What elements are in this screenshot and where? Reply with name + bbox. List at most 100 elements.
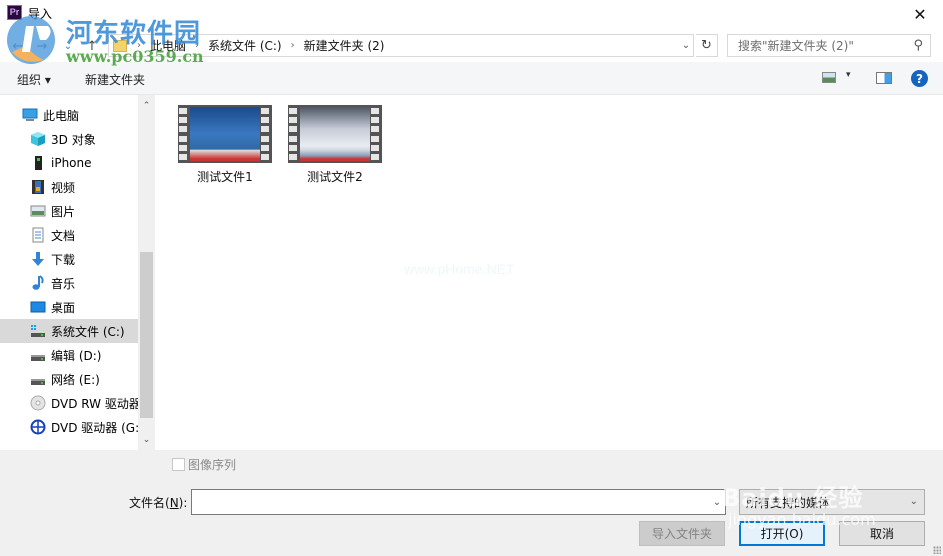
sidebar-item-iphone[interactable]: iPhone xyxy=(0,151,138,175)
sidebar-item-label: 系统文件 (C:) xyxy=(51,324,125,339)
filename-dropdown[interactable]: ⌄ xyxy=(710,491,724,513)
sidebar-item-label: iPhone xyxy=(51,156,92,170)
filetype-select[interactable]: 所有支持的媒体 ⌄ xyxy=(739,489,925,515)
sidebar-item-label: 视频 xyxy=(51,180,76,195)
search-icon[interactable]: ⚲ xyxy=(913,38,923,53)
sidebar-item-downloads[interactable]: 下载 xyxy=(0,247,138,271)
sidebar-item-label: 3D 对象 xyxy=(51,132,96,147)
music-icon xyxy=(30,275,46,291)
desktop-icon xyxy=(30,299,46,315)
3d-objects-icon xyxy=(30,131,46,147)
phone-icon xyxy=(30,155,46,171)
filename-label: 文件名(N): xyxy=(129,494,187,511)
title-bar: Pr 导入 ✕ xyxy=(0,0,943,30)
filename-label-prefix: 文件名( xyxy=(129,496,170,510)
help-icon[interactable]: ? xyxy=(911,70,928,87)
command-toolbar: 组织 ▾ 新建文件夹 ▾ ? xyxy=(0,62,943,95)
sidebar-item-label: 下载 xyxy=(51,252,76,267)
search-placeholder: 搜索"新建文件夹 (2)" xyxy=(738,39,854,53)
sidebar-item-music[interactable]: 音乐 xyxy=(0,271,138,295)
sidebar-item-dvd-drive-g[interactable]: DVD 驱动器 (G: xyxy=(0,415,138,439)
filename-label-accesskey: N xyxy=(169,496,179,510)
sidebar-item-system-drive[interactable]: 系统文件 (C:) xyxy=(0,319,138,343)
scrollbar-thumb[interactable] xyxy=(140,252,153,418)
close-button[interactable]: ✕ xyxy=(897,0,943,28)
search-input[interactable]: 搜索"新建文件夹 (2)" ⚲ xyxy=(727,34,931,57)
film-strip-left xyxy=(179,108,189,160)
window-title: 导入 xyxy=(28,7,53,21)
breadcrumb-system-drive[interactable]: 系统文件 (C:) xyxy=(208,37,282,54)
sidebar-item-3d-objects[interactable]: 3D 对象 xyxy=(0,127,138,151)
organize-menu[interactable]: 组织 ▾ xyxy=(17,71,51,88)
breadcrumb-new-folder[interactable]: 新建文件夹 (2) xyxy=(304,37,385,54)
sidebar-item-drive-d[interactable]: 编辑 (D:) xyxy=(0,343,138,367)
scroll-up-button[interactable]: ⌃ xyxy=(138,97,155,114)
image-sequence-label: 图像序列 xyxy=(188,458,237,472)
sidebar-scrollbar[interactable]: ⌃ ⌄ xyxy=(138,95,155,450)
scroll-down-button[interactable]: ⌄ xyxy=(138,431,155,448)
breadcrumb-separator[interactable]: › xyxy=(291,40,295,51)
sidebar-item-pictures[interactable]: 图片 xyxy=(0,199,138,223)
cancel-button[interactable]: 取消 xyxy=(839,521,925,546)
filename-input[interactable] xyxy=(191,489,726,515)
drive-icon xyxy=(30,371,46,387)
sidebar-item-label: 音乐 xyxy=(51,276,76,291)
file-name: 测试文件1 xyxy=(197,170,253,184)
sidebar-item-label: 此电脑 xyxy=(43,108,80,123)
download-icon xyxy=(30,251,46,267)
documents-icon xyxy=(30,227,46,243)
address-bar[interactable]: › 此电脑 › 系统文件 (C:) › 新建文件夹 (2) xyxy=(108,34,694,57)
breadcrumb-this-pc[interactable]: 此电脑 xyxy=(150,37,186,54)
sidebar-item-label: 编辑 (D:) xyxy=(51,348,102,363)
dialog-footer: 图像序列 文件名(N): ⌄ 所有支持的媒体 ⌄ 导入文件夹 打开(O) 取消 … xyxy=(0,450,943,556)
pictures-icon xyxy=(30,203,46,219)
computer-icon xyxy=(22,107,38,123)
video-frame xyxy=(190,107,260,161)
recent-locations-button[interactable]: ⌄ xyxy=(58,36,78,56)
navigation-pane: 此电脑 3D 对象 iPhone 视频 图片 文档 下载 音乐 桌面 系统文件 … xyxy=(0,95,155,450)
change-view-icon[interactable] xyxy=(822,72,836,83)
up-button[interactable]: ↑ xyxy=(82,36,102,56)
filename-label-suffix: ): xyxy=(178,496,188,510)
sidebar-item-dvd-rw[interactable]: DVD RW 驱动器 xyxy=(0,391,138,415)
chevron-down-icon: ⌄ xyxy=(909,496,918,507)
sidebar-item-this-pc[interactable]: 此电脑 xyxy=(0,103,138,127)
system-drive-icon xyxy=(30,323,46,339)
breadcrumb-separator[interactable]: › xyxy=(195,40,199,51)
view-options-dropdown[interactable]: ▾ xyxy=(846,70,851,80)
new-folder-button[interactable]: 新建文件夹 xyxy=(85,71,145,88)
sidebar-item-drive-e[interactable]: 网络 (E:) xyxy=(0,367,138,391)
filetype-value: 所有支持的媒体 xyxy=(746,495,831,510)
preview-pane-icon[interactable] xyxy=(876,72,892,84)
premiere-app-icon: Pr xyxy=(7,5,22,20)
video-thumbnail xyxy=(178,105,272,163)
video-thumbnail xyxy=(288,105,382,163)
folder-icon xyxy=(113,39,127,52)
sidebar-item-documents[interactable]: 文档 xyxy=(0,223,138,247)
dvd-drive-icon xyxy=(30,419,46,435)
open-button[interactable]: 打开(O) xyxy=(739,521,825,546)
navigation-bar: ← → ⌄ ↑ › 此电脑 › 系统文件 (C:) › 新建文件夹 (2) ⌄ … xyxy=(0,30,943,62)
sidebar-item-desktop[interactable]: 桌面 xyxy=(0,295,138,319)
address-history-dropdown[interactable]: ⌄ xyxy=(678,35,694,56)
sidebar-item-label: DVD 驱动器 (G: xyxy=(51,420,138,435)
breadcrumb-separator: › xyxy=(137,40,141,51)
drive-icon xyxy=(30,347,46,363)
image-sequence-checkbox[interactable] xyxy=(172,458,185,471)
file-item[interactable]: 测试文件1 xyxy=(178,105,272,185)
sidebar-item-label: 文档 xyxy=(51,228,76,243)
resize-grip[interactable] xyxy=(933,546,941,554)
import-folder-button[interactable]: 导入文件夹 xyxy=(639,521,725,546)
back-button[interactable]: ← xyxy=(8,36,28,56)
file-item[interactable]: 测试文件2 xyxy=(288,105,382,185)
sidebar-item-videos[interactable]: 视频 xyxy=(0,175,138,199)
file-name: 测试文件2 xyxy=(307,170,363,184)
video-frame xyxy=(300,107,370,161)
faint-watermark: www.pHome.NET xyxy=(404,261,515,277)
forward-button[interactable]: → xyxy=(32,36,52,56)
video-icon xyxy=(30,179,46,195)
file-list-view[interactable]: 测试文件1 测试文件2 www.pHome.NET xyxy=(156,95,943,450)
film-strip-right xyxy=(371,108,381,160)
refresh-button[interactable]: ↻ xyxy=(696,34,718,57)
film-strip-right xyxy=(261,108,271,160)
